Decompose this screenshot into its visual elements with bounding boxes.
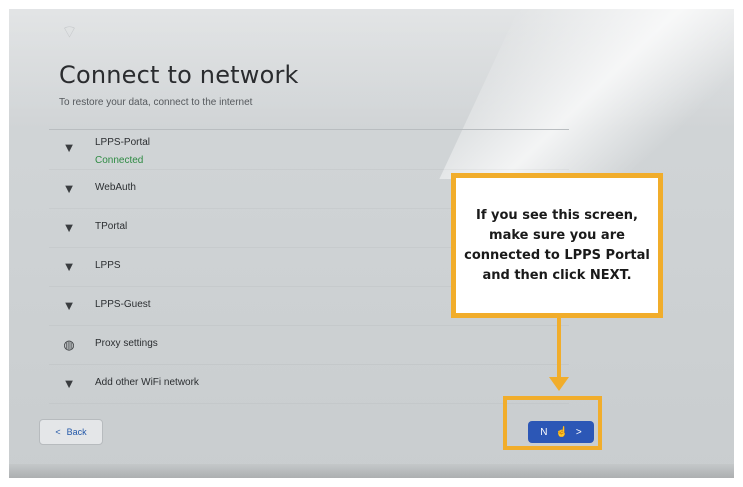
- network-item-lpps-portal[interactable]: ▼ LPPS-Portal Connected: [49, 129, 569, 170]
- network-item-proxy-settings[interactable]: ◍ Proxy settings: [49, 326, 569, 365]
- wifi-locked-icon: ▼: [62, 140, 76, 155]
- wifi-locked-icon: ▼: [62, 298, 76, 313]
- back-button[interactable]: < Back: [39, 419, 103, 445]
- callout-arrow-line: [557, 318, 561, 378]
- next-highlight-frame: [503, 396, 602, 450]
- network-name: Add other WiFi network: [95, 377, 199, 388]
- wifi-add-icon: ▼: [62, 376, 76, 391]
- network-name: LPPS-Portal: [95, 137, 151, 148]
- network-name: LPPS-Guest: [95, 299, 151, 310]
- network-name: TPortal: [95, 221, 128, 232]
- wifi-locked-icon: ▼: [62, 259, 76, 274]
- page-title: Connect to network: [59, 61, 299, 89]
- callout-text: If you see this screen, make sure you ar…: [464, 207, 650, 283]
- network-status: Connected: [95, 155, 144, 166]
- network-name: WebAuth: [95, 182, 136, 193]
- wifi-icon: ▼: [62, 181, 76, 196]
- globe-plus-icon: ◍: [63, 337, 75, 352]
- page-subtitle: To restore your data, connect to the int…: [59, 97, 253, 108]
- bottom-shade: [9, 464, 734, 478]
- instruction-callout: If you see this screen, make sure you ar…: [451, 173, 663, 318]
- wifi-header-icon: ⌔: [61, 22, 78, 42]
- network-name: LPPS: [95, 260, 121, 271]
- wifi-locked-icon: ▼: [62, 220, 76, 235]
- callout-arrow-head: [549, 377, 569, 391]
- network-name: Proxy settings: [95, 338, 158, 349]
- back-button-label: Back: [66, 427, 87, 437]
- network-item-add-wifi[interactable]: ▼ Add other WiFi network: [49, 365, 569, 404]
- chevron-left-icon: <: [55, 427, 61, 437]
